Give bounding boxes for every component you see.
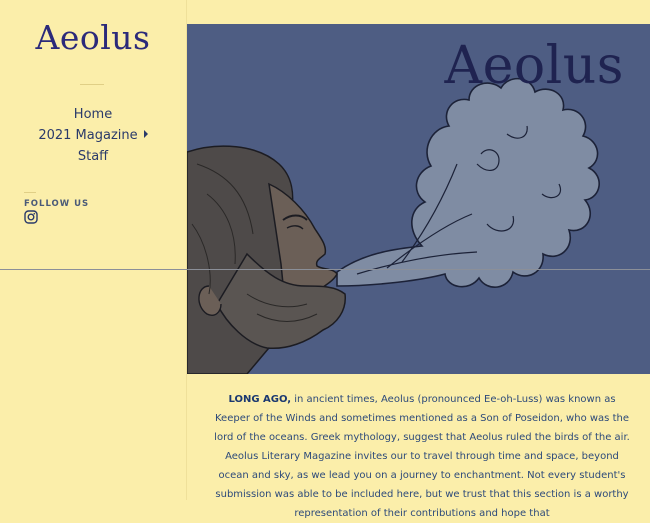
sidebar: Aeolus Home 2021 Magazine Staff FOLLOW U… bbox=[0, 0, 187, 500]
nav-item-home[interactable]: Home bbox=[0, 104, 186, 125]
follow-divider bbox=[24, 192, 36, 193]
logo-divider bbox=[80, 84, 104, 85]
instagram-icon[interactable] bbox=[24, 210, 38, 224]
nav-item-staff[interactable]: Staff bbox=[0, 146, 186, 167]
intro-body: in ancient times, Aeolus (pronounced Ee-… bbox=[214, 394, 630, 519]
caret-right-icon bbox=[143, 130, 148, 138]
nav-item-label: Staff bbox=[77, 149, 109, 164]
horizontal-divider bbox=[0, 269, 650, 270]
main-nav: Home 2021 Magazine Staff bbox=[0, 104, 186, 167]
nav-item-label: 2021 Magazine bbox=[38, 128, 138, 143]
intro-paragraph: LONG AGO, in ancient times, Aeolus (pron… bbox=[214, 390, 630, 523]
hero-banner: Aeolus bbox=[187, 24, 650, 374]
intro-lead: LONG AGO, bbox=[228, 394, 292, 405]
site-logo[interactable]: Aeolus bbox=[0, 18, 186, 57]
nav-item-2021-magazine[interactable]: 2021 Magazine bbox=[0, 125, 186, 146]
hero-title: Aeolus bbox=[444, 36, 624, 96]
follow-us-heading: FOLLOW US bbox=[24, 199, 90, 209]
top-spacer bbox=[187, 0, 650, 24]
nav-item-label: Home bbox=[73, 107, 113, 122]
